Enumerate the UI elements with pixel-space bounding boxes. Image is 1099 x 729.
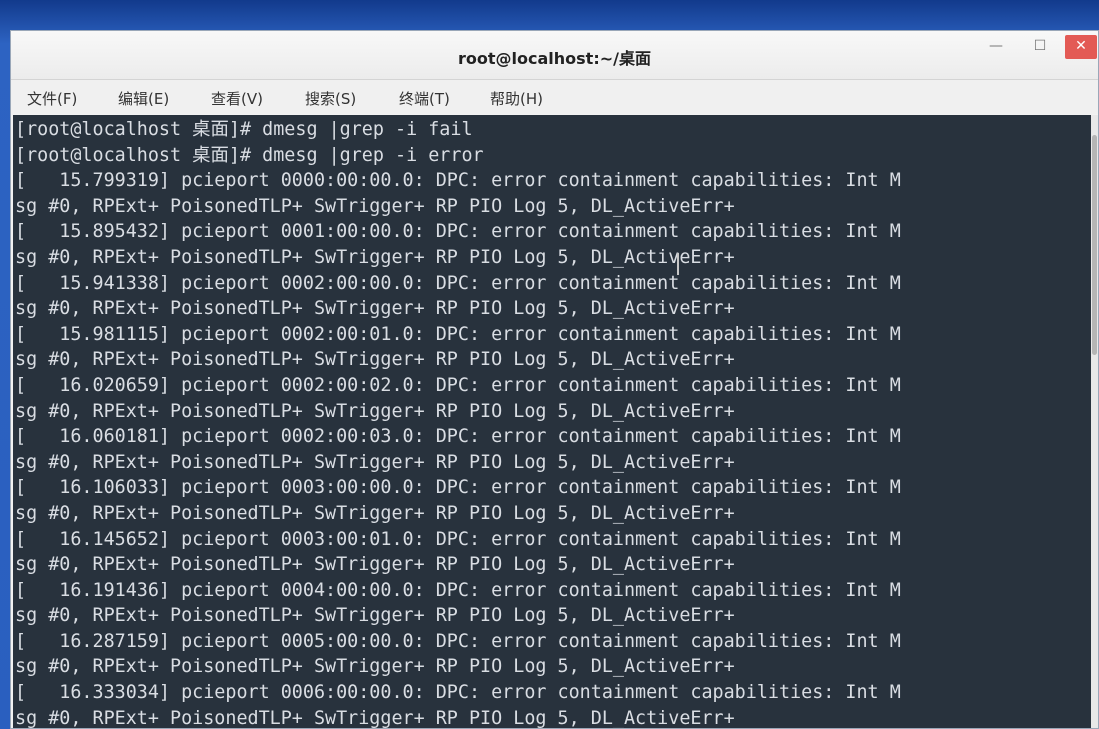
terminal-line: sg #0, RPExt+ PoisonedTLP+ SwTrigger+ RP… — [15, 451, 735, 473]
terminal-output[interactable]: [root@localhost 桌面]# dmesg |grep -i fail… — [13, 115, 1091, 728]
terminal-line: [ 16.020659] pcieport 0002:00:02.0: DPC:… — [15, 374, 901, 396]
menu-help[interactable]: 帮助(H) — [490, 88, 543, 109]
terminal-line: [ 16.145652] pcieport 0003:00:01.0: DPC:… — [15, 528, 901, 550]
terminal-line: sg #0, RPExt+ PoisonedTLP+ SwTrigger+ RP… — [15, 554, 735, 576]
terminal-line: sg #0, RPExt+ PoisonedTLP+ SwTrigger+ RP… — [15, 246, 735, 268]
terminal-line: sg #0, RPExt+ PoisonedTLP+ SwTrigger+ RP… — [15, 349, 735, 371]
scrollbar-thumb[interactable] — [1092, 135, 1097, 355]
terminal-lines: [root@localhost 桌面]# dmesg |grep -i fail… — [15, 117, 901, 728]
maximize-button[interactable]: ☐ — [1025, 35, 1055, 59]
menu-file[interactable]: 文件(F) — [27, 88, 77, 109]
menu-bar: 文件(F) 编辑(E) 查看(V) 搜索(S) 终端(T) 帮助(H) — [11, 80, 1098, 114]
mouse-text-cursor-icon — [677, 253, 679, 275]
terminal-line: [ 15.895432] pcieport 0001:00:00.0: DPC:… — [15, 221, 901, 243]
terminal-line: [ 16.060181] pcieport 0002:00:03.0: DPC:… — [15, 426, 901, 448]
terminal-line: [ 15.799319] pcieport 0000:00:00.0: DPC:… — [15, 170, 901, 192]
terminal-line: sg #0, RPExt+ PoisonedTLP+ SwTrigger+ RP… — [15, 400, 735, 422]
terminal-line: sg #0, RPExt+ PoisonedTLP+ SwTrigger+ RP… — [15, 195, 735, 217]
menu-view[interactable]: 查看(V) — [211, 88, 263, 109]
terminal-line: [ 16.287159] pcieport 0005:00:00.0: DPC:… — [15, 630, 901, 652]
terminal-line: [ 15.941338] pcieport 0002:00:00.0: DPC:… — [15, 272, 901, 294]
terminal-line: sg #0, RPExt+ PoisonedTLP+ SwTrigger+ RP… — [15, 298, 735, 320]
terminal-line: sg #0, RPExt+ PoisonedTLP+ SwTrigger+ RP… — [15, 656, 735, 678]
menu-edit[interactable]: 编辑(E) — [118, 88, 169, 109]
terminal-line: [ 16.333034] pcieport 0006:00:00.0: DPC:… — [15, 682, 901, 704]
terminal-line: [root@localhost 桌面]# dmesg |grep -i erro… — [15, 144, 484, 166]
window-title: root@localhost:~/桌面 — [458, 49, 651, 68]
terminal-line: sg #0, RPExt+ PoisonedTLP+ SwTrigger+ RP… — [15, 502, 735, 524]
terminal-line: [ 15.981115] pcieport 0002:00:01.0: DPC:… — [15, 323, 901, 345]
menu-terminal[interactable]: 终端(T) — [399, 88, 450, 109]
terminal-line: sg #0, RPExt+ PoisonedTLP+ SwTrigger+ RP… — [15, 707, 735, 728]
terminal-line: [ 16.191436] pcieport 0004:00:00.0: DPC:… — [15, 579, 901, 601]
minimize-button[interactable]: — — [981, 35, 1011, 59]
close-button[interactable]: ✕ — [1065, 35, 1097, 59]
terminal-line: sg #0, RPExt+ PoisonedTLP+ SwTrigger+ RP… — [15, 605, 735, 627]
menu-search[interactable]: 搜索(S) — [305, 88, 356, 109]
window-titlebar[interactable]: root@localhost:~/桌面 — ☐ ✕ — [11, 31, 1098, 80]
terminal-window: root@localhost:~/桌面 — ☐ ✕ 文件(F) 编辑(E) 查看… — [10, 30, 1099, 729]
terminal-line: [ 16.106033] pcieport 0003:00:00.0: DPC:… — [15, 477, 901, 499]
terminal-line: [root@localhost 桌面]# dmesg |grep -i fail — [15, 119, 473, 140]
terminal-scrollbar[interactable] — [1091, 115, 1098, 728]
